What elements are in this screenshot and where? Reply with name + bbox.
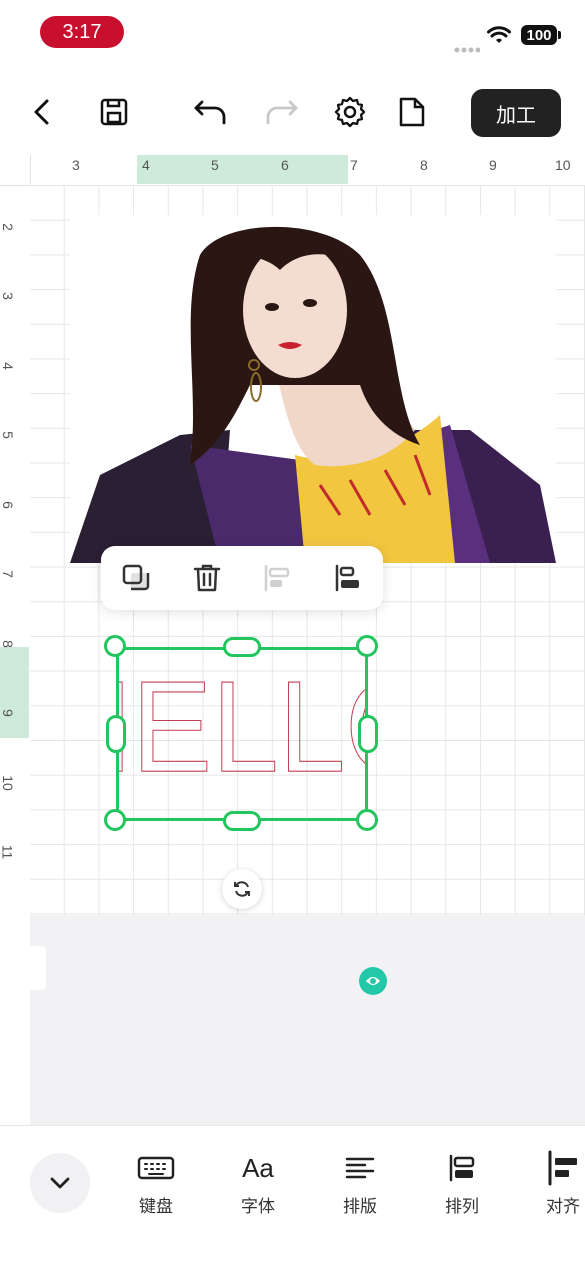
align-layer-icon[interactable] <box>255 556 299 600</box>
wifi-icon <box>487 25 511 50</box>
ruler-top-label: 6 <box>281 157 289 173</box>
save-icon[interactable] <box>92 90 136 134</box>
ruler-top-label: 8 <box>420 157 428 173</box>
ruler-left-label: 3 <box>0 292 16 300</box>
selection-box <box>116 647 368 821</box>
arrange-layer-icon[interactable] <box>326 556 370 600</box>
side-tab[interactable] <box>30 946 46 990</box>
ruler-left-label: 4 <box>0 362 16 370</box>
assistant-bubble-icon[interactable] <box>359 967 387 995</box>
resize-handle-bottom[interactable] <box>223 811 261 831</box>
ruler-top-label: 4 <box>142 157 150 173</box>
resize-handle-left[interactable] <box>106 715 126 753</box>
photo-image[interactable] <box>70 215 556 563</box>
resize-handle-bottom-left[interactable] <box>104 809 126 831</box>
status-time: 3:17 <box>40 16 124 48</box>
ruler-left-highlight <box>0 647 29 738</box>
workspace-background <box>30 915 585 1125</box>
ruler-left-label: 6 <box>0 501 16 509</box>
document-icon[interactable] <box>390 90 434 134</box>
bottom-item-layout[interactable]: 排版 <box>325 1148 395 1217</box>
bottom-item-label: 对齐 <box>546 1197 580 1216</box>
resize-handle-bottom-right[interactable] <box>356 809 378 831</box>
ruler-top-label: 7 <box>350 157 358 173</box>
ruler-left-label: 11 <box>0 844 16 860</box>
ruler-top-highlight <box>137 155 348 184</box>
delete-trash-icon[interactable] <box>185 556 229 600</box>
layout-icon <box>345 1148 375 1188</box>
bottom-item-align[interactable]: 对齐 <box>528 1148 585 1217</box>
ruler-left-label: 5 <box>0 431 16 439</box>
ruler-left-label: 9 <box>0 709 16 717</box>
redo-icon[interactable] <box>260 90 304 134</box>
ruler-left-label: 2 <box>0 223 16 231</box>
resize-handle-top-left[interactable] <box>104 635 126 657</box>
ruler-left-label: 8 <box>0 640 16 648</box>
bottom-item-label: 键盘 <box>139 1197 173 1216</box>
rotate-icon[interactable] <box>222 869 262 909</box>
ruler-left: 2 3 4 5 6 7 8 9 10 11 <box>0 185 31 1125</box>
ruler-top-label: 10 <box>555 157 571 173</box>
back-icon[interactable] <box>20 90 64 134</box>
undo-icon[interactable] <box>188 90 232 134</box>
object-context-menu <box>101 546 383 610</box>
process-button[interactable]: 加工 <box>471 89 561 137</box>
ruler-left-label: 7 <box>0 570 16 578</box>
ruler-corner <box>0 155 31 186</box>
duplicate-icon[interactable] <box>114 556 158 600</box>
bottom-item-label: 排列 <box>445 1197 479 1216</box>
collapse-chevron-down-icon[interactable] <box>30 1153 90 1213</box>
resize-handle-top-right[interactable] <box>356 635 378 657</box>
bottom-item-label: 排版 <box>343 1197 377 1216</box>
resize-handle-right[interactable] <box>358 715 378 753</box>
arrange-icon <box>447 1148 477 1188</box>
bottom-item-arrange[interactable]: 排列 <box>427 1148 497 1217</box>
align-icon <box>546 1148 580 1188</box>
ruler-left-label: 10 <box>0 775 16 791</box>
keyboard-icon <box>137 1148 175 1188</box>
settings-gear-icon[interactable] <box>328 90 372 134</box>
ruler-top: 3 4 5 6 7 8 9 10 <box>0 155 585 186</box>
ruler-top-label: 5 <box>211 157 219 173</box>
battery-indicator: 100 <box>521 25 561 45</box>
signal-icon <box>454 40 481 58</box>
bottom-item-label: 字体 <box>241 1197 275 1216</box>
ruler-top-label: 3 <box>72 157 80 173</box>
resize-handle-top[interactable] <box>223 637 261 657</box>
bottom-item-keyboard[interactable]: 键盘 <box>121 1148 191 1217</box>
ruler-top-label: 9 <box>489 157 497 173</box>
font-icon: Aa <box>242 1152 274 1183</box>
bottom-item-font[interactable]: Aa 字体 <box>223 1148 293 1217</box>
